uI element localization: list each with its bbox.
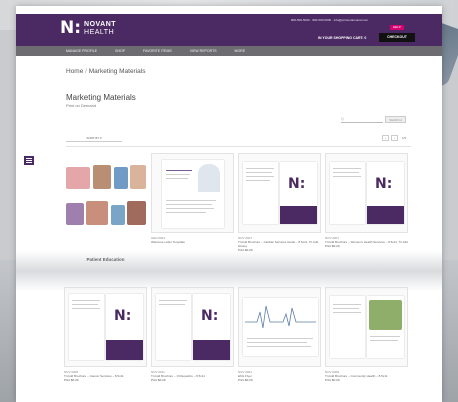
logo-wordmark: NOVANT HEALTH — [84, 20, 117, 36]
breadcrumb-current: Marketing Materials — [88, 68, 146, 75]
nav-item-favorite-items[interactable]: FAVORITE ITEMS — [143, 49, 172, 53]
product-thumbnail[interactable]: N: — [151, 287, 234, 367]
product-meta: NOV 0001 EKG Flyer Print $0.29 — [238, 370, 321, 382]
product-price: Print $0.29 — [238, 378, 253, 382]
nav-item-manage-profile[interactable]: MANAGE PROFILE — [66, 49, 97, 53]
product-price: Print $0.29 — [151, 378, 166, 382]
nav-item-more[interactable]: MORE — [235, 49, 246, 53]
product-meta: NOV 0008 Tri-fold Brochure – Cancer Serv… — [64, 370, 147, 382]
product-thumbnail[interactable]: N: — [325, 153, 408, 233]
page-subtitle: Print on Demand — [66, 103, 97, 108]
sort-dropdown[interactable]: SORT BY ▾ — [66, 135, 122, 142]
novant-n-icon: N: — [288, 176, 306, 192]
breadcrumb: Home / Marketing Materials — [66, 68, 145, 75]
product-meta: NOV 0009 Tri-fold Brochure – Community H… — [325, 370, 408, 382]
product-thumbnail-patient-education[interactable] — [64, 161, 147, 241]
product-card[interactable]: N: NOV 0008 Tri-fold Brochure – Cancer S… — [64, 287, 147, 382]
product-card[interactable]: N: NOV 0007 Tri-fold Brochure – Cardiac … — [238, 153, 321, 252]
menu-icon — [26, 158, 32, 160]
search-input[interactable]: Q — [341, 116, 383, 123]
product-meta: NOV 0011 Tri-fold Brochure – Orthopedics… — [151, 370, 234, 382]
product-thumbnail[interactable] — [238, 287, 321, 367]
help-button[interactable]: HELP — [390, 25, 404, 30]
product-card[interactable]: NOV 0001 EKG Flyer Print $0.29 — [238, 287, 321, 382]
product-description[interactable]: Tri-fold Brochure – Cardiac Services Gui… — [238, 240, 321, 248]
product-thumbnail[interactable] — [151, 153, 234, 233]
checkout-button[interactable]: CHECKOUT — [379, 33, 415, 42]
product-price: Print $0.29 — [325, 378, 340, 382]
divider — [66, 146, 411, 147]
breadcrumb-home[interactable]: Home — [66, 68, 83, 75]
site-header: N: NOVANT HEALTH 800-500-5000 · 800-500-5… — [16, 14, 442, 46]
product-thumbnail[interactable] — [325, 287, 408, 367]
product-meta: GEN 0001 Welcome Letter Template — [151, 236, 234, 244]
monitor-screen: N: NOVANT HEALTH 800-500-5000 · 800-500-5… — [16, 6, 442, 402]
novant-health-logo[interactable]: N: NOVANT HEALTH — [60, 20, 116, 37]
novant-n-icon: N: — [201, 308, 219, 324]
ekg-waveform-icon — [245, 305, 316, 329]
product-card[interactable]: N: NOV 0011 Tri-fold Brochure – Orthoped… — [151, 287, 234, 382]
search-button[interactable]: SEARCH — [385, 116, 406, 123]
product-card[interactable]: GEN 0001 Welcome Letter Template — [151, 153, 234, 244]
novant-n-icon: N: — [114, 308, 132, 324]
nav-item-shop[interactable]: SHOP — [115, 49, 125, 53]
page-title: Marketing Materials — [66, 93, 136, 102]
cart-status[interactable]: IN YOUR SHOPPING CART: 0 — [318, 36, 366, 40]
utility-contact-text: 800-500-5000 · 800-500-5000 · info@print… — [291, 18, 369, 22]
product-price: Print $0.29 — [64, 378, 79, 382]
pager-next-button[interactable]: › — [391, 135, 398, 141]
pager-count: 1/5 — [402, 136, 407, 140]
side-menu-toggle[interactable] — [24, 156, 34, 165]
product-meta: NOV 0007 Tri-fold Brochure – Cardiac Ser… — [238, 236, 321, 252]
product-card[interactable]: N: NOV 0007 Tri-fold Brochure – Women's … — [325, 153, 408, 248]
product-price: Print $0.29 — [325, 244, 340, 248]
pager-prev-button[interactable]: ‹ — [382, 135, 389, 141]
product-thumbnail[interactable]: N: — [238, 153, 321, 233]
pager: ‹ › 1/5 — [382, 135, 406, 141]
product-title[interactable]: Patient Education — [64, 257, 147, 262]
nav-item-view-reports[interactable]: VIEW REPORTS — [190, 49, 217, 53]
main-nav: MANAGE PROFILE SHOP FAVORITE ITEMS VIEW … — [16, 46, 442, 56]
product-thumbnail[interactable]: N: — [64, 287, 147, 367]
logo-mark: N: — [60, 18, 82, 38]
product-description[interactable]: Welcome Letter Template — [151, 240, 234, 244]
product-meta: NOV 0007 Tri-fold Brochure – Women's Hea… — [325, 236, 408, 248]
product-card[interactable]: NOV 0009 Tri-fold Brochure – Community H… — [325, 287, 408, 382]
novant-n-icon: N: — [375, 176, 393, 192]
product-card[interactable]: Patient Education — [64, 161, 147, 262]
product-price: Print $0.29 — [238, 248, 253, 252]
